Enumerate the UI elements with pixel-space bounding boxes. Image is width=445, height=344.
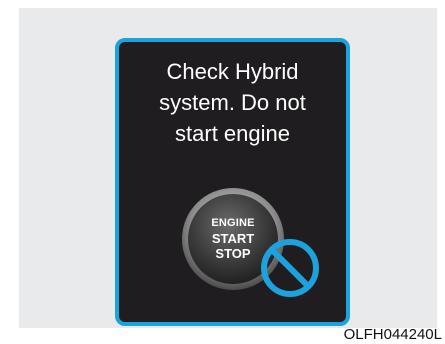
prohibited-overlay (261, 239, 319, 297)
cluster-display: Check Hybrid system. Do not start engine (115, 38, 350, 326)
figure-code: OLFH044240L (343, 326, 442, 343)
engine-button-graphic: ENGINE START STOP (119, 42, 346, 322)
no-symbol-icon (261, 239, 319, 297)
